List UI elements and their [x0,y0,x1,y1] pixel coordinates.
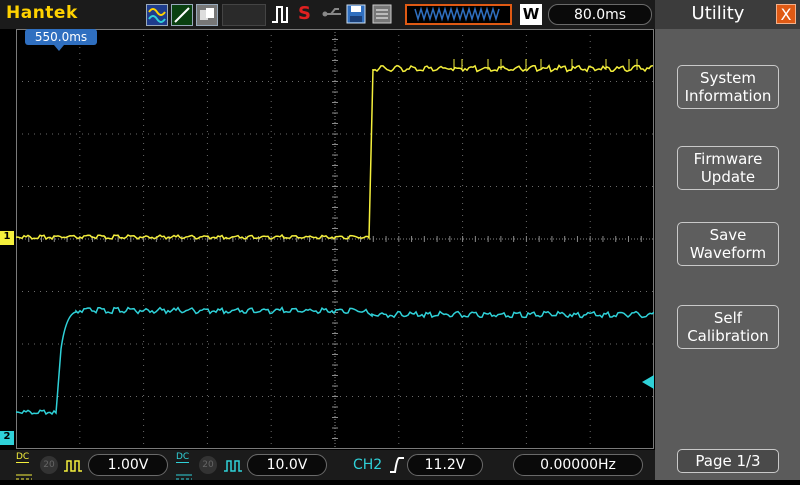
ch2-probe-icon [223,458,243,477]
usb-icon [321,4,341,24]
ch2-coupling-label: DC [176,452,190,463]
button-label-line1: Save [709,226,747,244]
ch2-scale[interactable]: 10.0V [247,454,327,476]
button-label-line1: System [700,69,756,87]
utility-menu-panel: Utility X System Information Firmware Up… [655,0,800,480]
line-mode-icon[interactable] [171,4,193,26]
save-icon[interactable] [346,4,366,24]
rising-edge-icon [389,456,405,478]
menu-header: Utility X [655,0,800,29]
ch1-coupling-label: DC [16,452,30,463]
button-label-line1: Self [713,309,743,327]
button-label-line2: Information [684,87,772,105]
system-information-button[interactable]: System Information [677,65,779,109]
self-calibration-button[interactable]: Self Calibration [677,305,779,349]
grid-settings-icon[interactable] [372,4,392,24]
page-indicator-button[interactable]: Page 1/3 [677,449,779,473]
ch2-bandwidth-limit-icon: 20 [199,456,217,474]
waveform-memory-position[interactable] [405,4,512,25]
brand-logo: Hantek [6,3,78,23]
persist-icon[interactable] [196,4,218,26]
ch2-coupling-icon [176,466,192,480]
timebase-display[interactable]: 80.0ms [548,4,652,25]
trigger-source: CH2 [353,457,383,473]
status-bar: Hantek S W 80.0ms [0,0,655,29]
trigger-edge-icon [270,4,290,24]
blank-status-slot [222,4,266,26]
waveform-display[interactable] [15,28,655,450]
menu-title: Utility [691,3,745,24]
save-waveform-button[interactable]: Save Waveform [677,222,779,266]
ch1-coupling-icon [16,466,32,480]
waveform-mode-icon[interactable] [146,4,168,26]
frequency-readout: 0.00000Hz [513,454,643,476]
ch1-bandwidth-limit-icon: 20 [40,456,58,474]
firmware-update-button[interactable]: Firmware Update [677,146,779,190]
close-icon[interactable]: X [776,4,796,24]
ch1-probe-icon [63,458,83,477]
channel-status-bar: DC 20 1.00V DC 20 10.0V CH2 11.2V 0.0000… [0,450,655,480]
window-mode-badge[interactable]: W [520,4,542,25]
button-label-line2: Update [700,168,756,186]
ch1-level-marker[interactable]: 1 [0,231,14,245]
stop-icon: S [298,3,311,24]
trigger-level[interactable]: 11.2V [407,454,483,476]
button-label-line1: Firmware [693,150,763,168]
trigger-level-marker[interactable] [642,375,654,389]
button-label-line2: Calibration [687,327,769,345]
trigger-position-marker[interactable]: 550.0ms [25,29,97,45]
ch2-level-marker[interactable]: 2 [0,431,14,445]
ch1-scale[interactable]: 1.00V [88,454,168,476]
trigger-position-arrow [54,45,64,51]
graticule [15,28,655,450]
button-label-line2: Waveform [689,244,767,262]
